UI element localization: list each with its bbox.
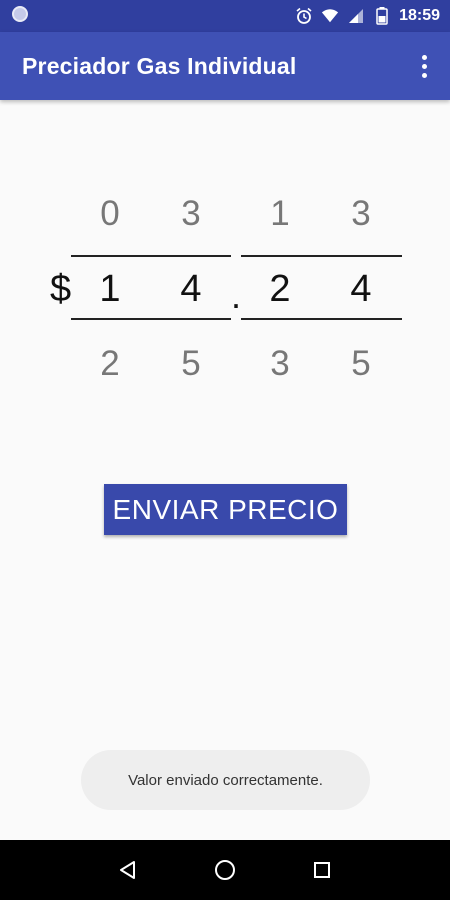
wheel-prev-value[interactable]: 1 xyxy=(240,194,320,234)
app-bar: Preciador Gas Individual xyxy=(0,32,450,100)
wheel-next-value[interactable]: 3 xyxy=(240,344,320,384)
wheel-next-value[interactable]: 5 xyxy=(151,344,231,384)
wheel-divider-top-right xyxy=(241,255,402,257)
wheel-prev-value[interactable]: 3 xyxy=(321,194,401,234)
back-icon[interactable] xyxy=(108,850,148,890)
wheel-divider-top-left xyxy=(71,255,231,257)
status-bar: 18:59 xyxy=(0,0,450,32)
wheel-current-value[interactable]: 4 xyxy=(321,268,401,311)
wheel-next-value[interactable]: 5 xyxy=(321,344,401,384)
alarm-icon xyxy=(295,7,313,25)
currency-symbol: $ xyxy=(50,268,72,310)
wheel-divider-bottom-left xyxy=(71,318,231,320)
recents-icon[interactable] xyxy=(302,850,342,890)
app-title: Preciador Gas Individual xyxy=(22,52,297,79)
toast-text: Valor enviado correctamente. xyxy=(128,771,323,789)
wheel-current-value[interactable]: 2 xyxy=(240,268,320,311)
send-price-button[interactable]: ENVIAR PRECIO xyxy=(104,484,347,535)
wheel-divider-bottom-right xyxy=(241,318,402,320)
home-icon[interactable] xyxy=(205,850,245,890)
price-picker: $ 0 1 2 3 4 5 . 1 2 3 3 4 5 xyxy=(0,100,450,430)
status-time: 18:59 xyxy=(399,7,440,24)
notification-dot-icon xyxy=(12,5,28,22)
wheel-prev-value[interactable]: 3 xyxy=(151,194,231,234)
wifi-icon xyxy=(321,7,339,25)
wheel-current-value[interactable]: 4 xyxy=(151,268,231,311)
wheel-prev-value[interactable]: 0 xyxy=(70,194,150,234)
battery-icon xyxy=(373,7,391,25)
toast-message: Valor enviado correctamente. xyxy=(81,750,370,810)
wheel-current-value[interactable]: 1 xyxy=(70,268,150,311)
signal-icon xyxy=(347,7,365,25)
more-vert-icon[interactable] xyxy=(412,48,436,84)
wheel-next-value[interactable]: 2 xyxy=(70,344,150,384)
system-nav-bar xyxy=(0,840,450,900)
